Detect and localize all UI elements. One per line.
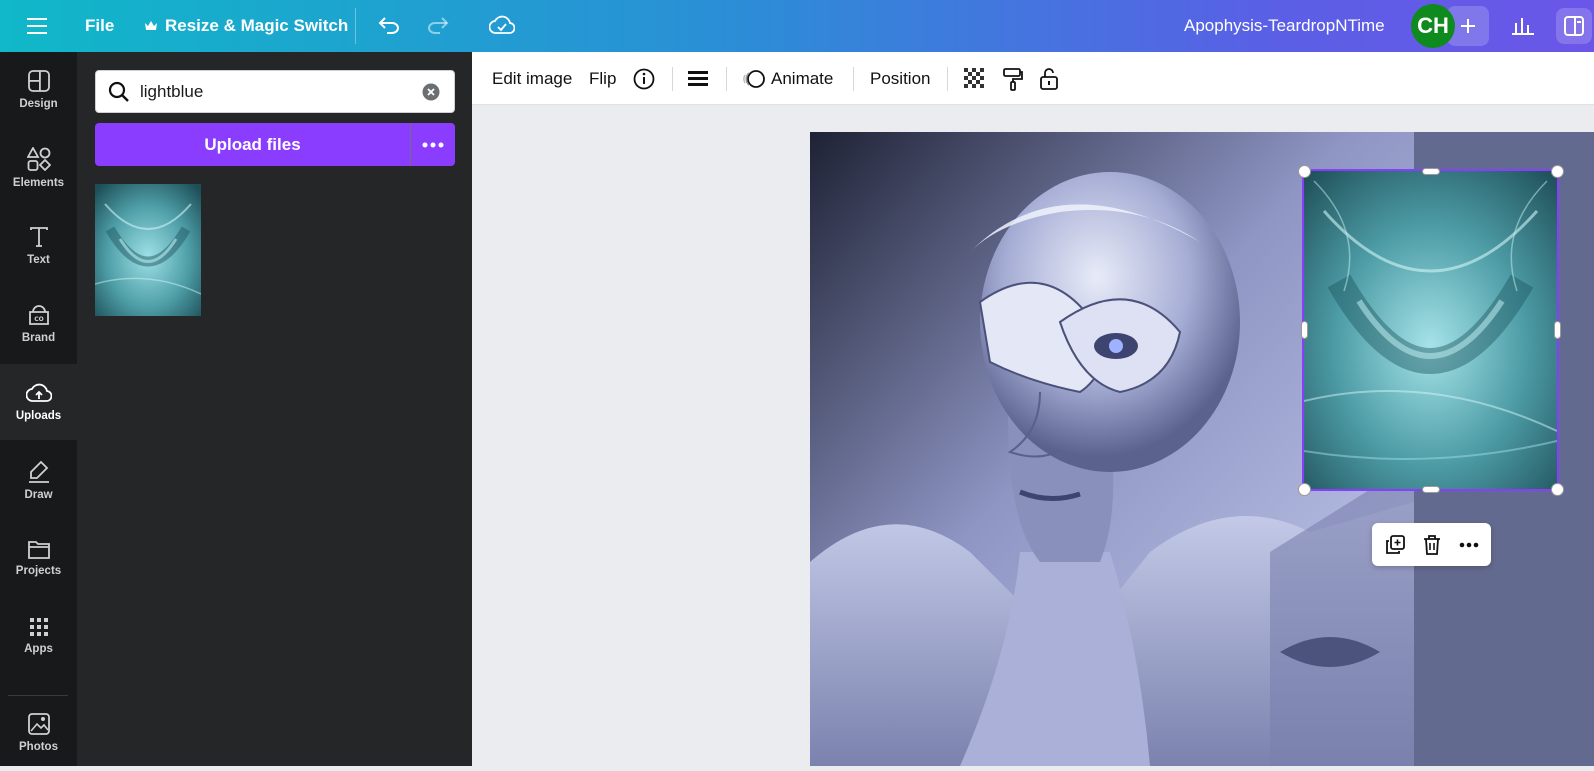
upload-divider: [410, 123, 411, 166]
undo-icon[interactable]: [374, 10, 404, 40]
context-toolbar: Edit image Flip Animate Position: [472, 52, 1594, 105]
animate-icon: [743, 69, 765, 89]
elements-icon: [26, 147, 51, 171]
design-icon: [27, 70, 50, 92]
rail-item-photos[interactable]: Photos: [0, 695, 77, 771]
more-options-icon[interactable]: [1450, 523, 1487, 566]
lock-icon[interactable]: [1039, 52, 1059, 105]
toolbar-divider: [672, 67, 673, 91]
resize-label: Resize & Magic Switch: [165, 16, 349, 35]
resize-handle-right[interactable]: [1554, 321, 1561, 339]
search-icon: [108, 81, 130, 103]
selected-image-element[interactable]: [1302, 169, 1559, 491]
trash-icon[interactable]: [1413, 523, 1450, 566]
uploaded-image-thumbnail[interactable]: [95, 184, 201, 316]
brand-icon: CO: [28, 305, 49, 325]
duplicate-icon[interactable]: [1376, 523, 1413, 566]
top-bar: File Resize & Magic Switch Apophysis-Tea…: [0, 0, 1594, 52]
rail-item-elements[interactable]: Elements: [0, 130, 77, 206]
position-button[interactable]: Position: [870, 52, 930, 105]
clear-search-icon[interactable]: [422, 83, 440, 101]
text-icon: [29, 227, 48, 247]
svg-text:CO: CO: [34, 316, 44, 323]
edit-image-button[interactable]: Edit image: [492, 52, 572, 105]
element-quick-actions: [1372, 523, 1491, 566]
paint-roller-icon[interactable]: [1002, 52, 1024, 105]
transparency-icon[interactable]: [964, 52, 986, 105]
rail-item-apps[interactable]: Apps: [0, 598, 77, 674]
resize-handle-top-right[interactable]: [1551, 165, 1564, 178]
document-title[interactable]: Apophysis-TeardropNTime: [1184, 0, 1385, 52]
toolbar-divider: [853, 67, 854, 91]
rail-item-uploads[interactable]: Uploads: [0, 364, 77, 440]
cloud-saved-icon[interactable]: [486, 10, 518, 40]
projects-icon: [27, 541, 50, 559]
rail-item-brand[interactable]: CO Brand: [0, 286, 77, 362]
upload-files-button[interactable]: Upload files: [95, 123, 410, 166]
left-rail: Design Elements Text CO Brand Uploads Dr…: [0, 52, 77, 766]
plus-icon: [1461, 19, 1475, 33]
apps-icon: [29, 618, 48, 636]
topbar-divider: [355, 8, 356, 44]
resize-handle-bottom-right[interactable]: [1551, 483, 1564, 496]
share-panel-icon[interactable]: [1556, 8, 1592, 44]
info-icon[interactable]: [633, 52, 655, 105]
resize-handle-left[interactable]: [1301, 321, 1308, 339]
border-style-icon[interactable]: [688, 52, 708, 105]
uploads-icon: [25, 383, 52, 402]
analytics-icon[interactable]: [1508, 10, 1538, 40]
rail-item-design[interactable]: Design: [0, 52, 77, 128]
menu-icon[interactable]: [22, 12, 52, 40]
resize-magic-switch-button[interactable]: Resize & Magic Switch: [145, 0, 348, 52]
search-input[interactable]: lightblue: [95, 70, 455, 113]
crown-icon: [145, 21, 157, 31]
resize-handle-top[interactable]: [1422, 168, 1440, 175]
photos-icon: [27, 713, 50, 735]
redo-icon[interactable]: [423, 10, 453, 40]
more-icon: [422, 142, 444, 147]
draw-icon: [28, 460, 49, 483]
avatar[interactable]: CH: [1411, 4, 1455, 48]
search-value: lightblue: [140, 82, 204, 101]
upload-more-button[interactable]: [411, 123, 455, 166]
animate-button[interactable]: Animate: [743, 52, 833, 105]
rail-item-projects[interactable]: Projects: [0, 520, 77, 596]
file-menu[interactable]: File: [85, 0, 114, 52]
toolbar-divider: [947, 67, 948, 91]
flip-button[interactable]: Flip: [589, 52, 616, 105]
rail-item-text[interactable]: Text: [0, 208, 77, 284]
resize-handle-bottom[interactable]: [1422, 486, 1440, 493]
toolbar-divider: [726, 67, 727, 91]
rail-item-draw[interactable]: Draw: [0, 442, 77, 518]
resize-handle-bottom-left[interactable]: [1298, 483, 1311, 496]
resize-handle-top-left[interactable]: [1298, 165, 1311, 178]
